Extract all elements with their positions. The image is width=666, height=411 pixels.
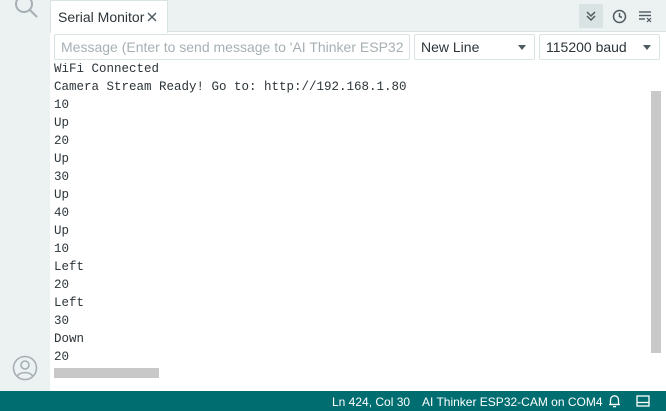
output-line: Camera Stream Ready! Go to: http://192.1… [54, 80, 407, 94]
baud-rate-select[interactable]: 115200 baud [539, 34, 660, 60]
chevron-down-icon [518, 45, 526, 50]
output-line: 20 [54, 278, 70, 292]
output-line: Left [54, 296, 85, 310]
output-lines: WiFi Connected Camera Stream Ready! Go to… [54, 63, 407, 363]
serial-output[interactable]: WiFi Connected Camera Stream Ready! Go to… [50, 63, 650, 363]
line-ending-value: New Line [421, 39, 480, 55]
baud-rate-value: 115200 baud [546, 39, 627, 55]
cursor-position[interactable]: Ln 424, Col 30 [332, 395, 410, 409]
autoscroll-button[interactable] [579, 4, 603, 28]
horizontal-scrollbar-thumb[interactable] [54, 368, 159, 378]
output-line: 10 [54, 242, 70, 256]
output-line: 40 [54, 206, 70, 220]
output-line: Left [54, 260, 85, 274]
clear-output-button[interactable] [633, 4, 657, 28]
output-line: WiFi Connected [54, 63, 160, 76]
timestamp-icon [612, 9, 626, 23]
output-line: Down [54, 332, 85, 346]
bell-icon[interactable] [608, 394, 621, 408]
output-line: Up [54, 188, 70, 202]
output-line: 10 [54, 98, 70, 112]
output-line: Up [54, 116, 70, 130]
close-icon[interactable] [146, 11, 158, 23]
message-input[interactable] [54, 34, 410, 60]
chevron-down-icon [643, 45, 651, 50]
toggle-panel-icon[interactable] [636, 395, 650, 407]
tab-label: Serial Monitor [58, 9, 145, 25]
status-bar: Ln 424, Col 30 AI Thinker ESP32-CAM on C… [0, 391, 666, 411]
serial-controls: New Line 115200 baud [50, 33, 666, 63]
output-line: Up [54, 224, 70, 238]
line-ending-select[interactable]: New Line [414, 34, 535, 60]
output-line: Up [54, 152, 70, 166]
board-port[interactable]: AI Thinker ESP32-CAM on COM4 [422, 395, 603, 409]
autoscroll-icon [586, 11, 596, 22]
profile-icon[interactable] [12, 355, 38, 381]
output-line: 30 [54, 170, 70, 184]
tab-bar: Serial Monitor [50, 0, 666, 33]
tab-serial-monitor[interactable]: Serial Monitor [50, 0, 168, 33]
timestamp-button[interactable] [607, 4, 631, 28]
output-line: 30 [54, 314, 70, 328]
vertical-scrollbar-thumb[interactable] [651, 91, 661, 353]
clear-output-icon [638, 10, 651, 22]
output-line: 20 [54, 350, 70, 363]
output-line: 20 [54, 134, 70, 148]
activity-bar [0, 0, 50, 391]
search-icon[interactable] [12, 0, 40, 20]
